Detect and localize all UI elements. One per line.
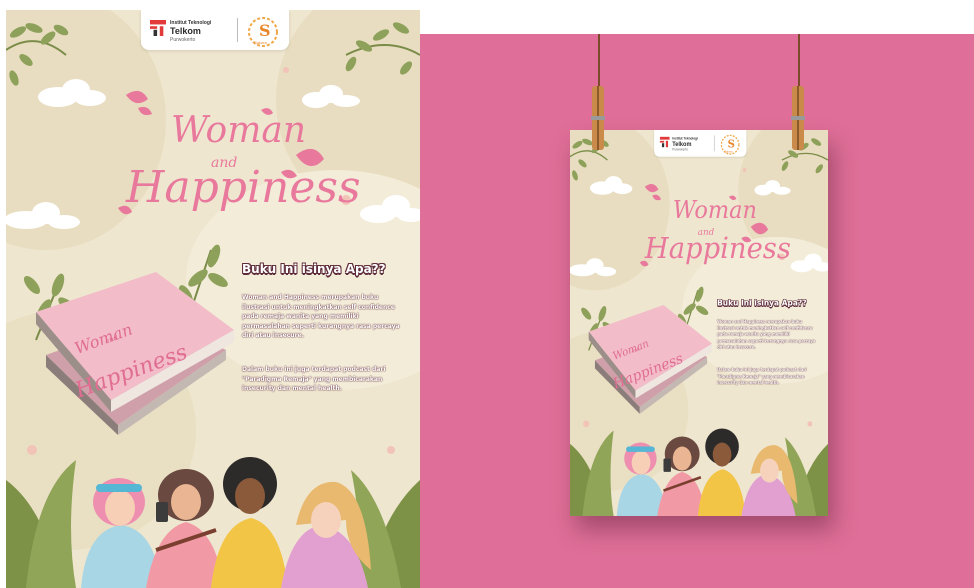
poster-content: Institut Teknologi Telkom Purwokerto S S…	[6, 10, 420, 588]
poster-mockup-content: Institut Teknologi Telkom Purwokerto S S…	[570, 130, 828, 516]
mockup-institute-name-line2: Telkom	[672, 140, 692, 148]
telkom-logo-icon	[150, 20, 166, 36]
logo-header: Institut Teknologi Telkom Purwokerto S S…	[141, 10, 289, 50]
mockup-title-happiness: Happiness	[644, 231, 791, 266]
institute-name-line3: Purwokerto	[170, 37, 196, 43]
description-paragraph-1: Woman and Happiness merupakan buku ilust…	[242, 294, 400, 339]
description-paragraph-2: Dalam buku ini juga terdapat podcast dar…	[242, 366, 386, 392]
mockup-institute-name-line3: Purwokerto	[672, 148, 688, 153]
mockup-logo-header: Institut Teknologi Telkom Purwokerto S S…	[654, 130, 747, 157]
mockup-title-woman: Woman	[672, 196, 757, 225]
mockup-partner-logo-name: Sakura	[724, 150, 733, 154]
telkom-logo-icon	[660, 137, 670, 148]
partner-logo-name: Sakura	[254, 40, 267, 45]
partner-logo-letter: S	[259, 21, 271, 40]
hanging-string-left	[598, 34, 600, 94]
title-woman: Woman	[171, 110, 307, 151]
mockup-section-heading: Buku Ini isinya Apa??	[717, 298, 807, 308]
institute-name-line2: Telkom	[170, 26, 201, 36]
logo-divider	[237, 18, 238, 42]
section-heading: Buku Ini isinya Apa??	[242, 262, 386, 276]
clothespin-icon	[791, 86, 805, 150]
hanging-string-right	[798, 34, 800, 94]
mockup-logo-divider	[713, 135, 715, 152]
mockup-description-paragraph-2: Dalam buku ini juga terdapat podcast dar…	[717, 367, 807, 386]
mockup-description-paragraph-1: Woman and Happiness merupakan buku ilust…	[717, 319, 816, 350]
title-happiness: Happiness	[126, 162, 361, 213]
poster-flat: Institut Teknologi Telkom Purwokerto S S…	[6, 10, 420, 588]
mockup-partner-logo-letter: S	[727, 137, 735, 151]
clothespin-icon	[591, 86, 605, 150]
poster-mockup: Institut Teknologi Telkom Purwokerto S S…	[570, 130, 828, 516]
